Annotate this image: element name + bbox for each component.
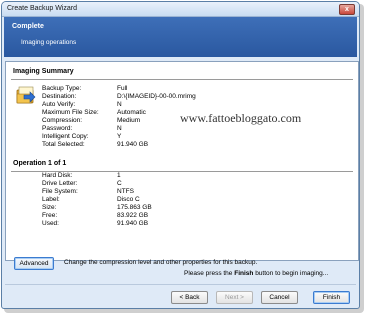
window-title: Create Backup Wizard bbox=[7, 5, 78, 12]
summary-panel: Imaging Summary Backup Type: Full Destina… bbox=[5, 61, 359, 261]
header-subtitle: Imaging operations bbox=[21, 39, 77, 46]
header-title: Complete bbox=[12, 23, 44, 30]
footer-divider bbox=[5, 284, 356, 285]
watermark: www.fattoebloggato.com bbox=[180, 111, 302, 125]
advanced-button[interactable]: Advanced bbox=[14, 257, 54, 270]
wizard-window: Create Backup Wizard x Complete Imaging … bbox=[1, 1, 360, 309]
section-divider bbox=[11, 79, 353, 80]
wizard-header: Complete Imaging operations bbox=[4, 17, 357, 57]
advanced-description: Change the compression level and other p… bbox=[64, 259, 258, 266]
imaging-summary-title: Imaging Summary bbox=[13, 68, 74, 75]
operation-title: Operation 1 of 1 bbox=[13, 160, 67, 167]
title-bar[interactable]: Create Backup Wizard x bbox=[2, 2, 359, 17]
backup-icon bbox=[16, 86, 36, 104]
back-button[interactable]: < Back bbox=[171, 291, 208, 304]
close-button[interactable]: x bbox=[339, 4, 355, 15]
cancel-button[interactable]: Cancel bbox=[261, 291, 298, 304]
finish-instruction: Please press the Finish button to begin … bbox=[184, 270, 329, 277]
finish-button[interactable]: Finish bbox=[313, 291, 350, 304]
next-button[interactable]: Next > bbox=[216, 291, 253, 304]
